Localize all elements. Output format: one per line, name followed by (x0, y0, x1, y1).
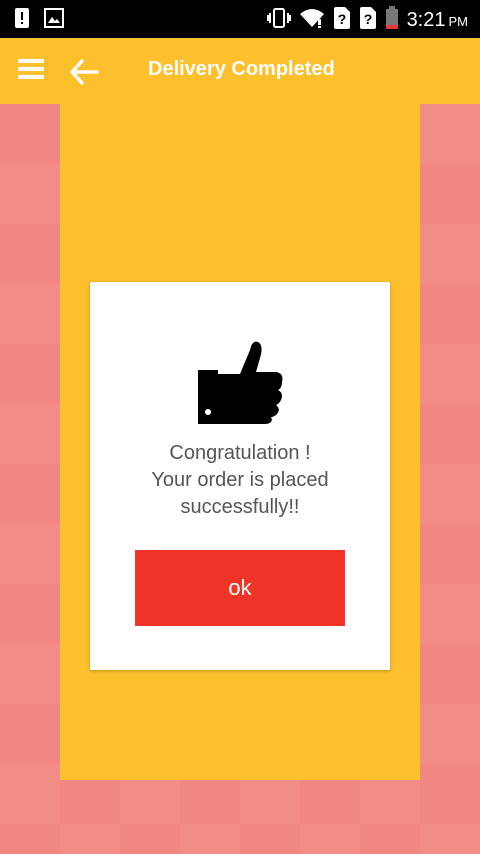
vibrate-icon (266, 7, 291, 33)
alert-icon (14, 7, 30, 33)
thumbs-up-icon (196, 340, 286, 426)
message-line-2: Your order is placed (151, 469, 329, 491)
clock: 3:21 PM (407, 9, 468, 32)
unknown-sim-icon: ? (333, 6, 351, 34)
wifi-icon (299, 7, 325, 33)
back-arrow-icon[interactable] (68, 56, 100, 88)
message-line-3: successfully!! (180, 496, 300, 518)
battery-icon (385, 6, 399, 34)
app-bar: Delivery Completed (0, 38, 480, 104)
svg-text:?: ? (337, 11, 346, 27)
unknown-sim-icon: ? (359, 6, 377, 34)
menu-icon[interactable] (18, 59, 44, 83)
svg-text:?: ? (363, 11, 372, 27)
message-line-1: Congratulation ! (169, 442, 311, 464)
page-title: Delivery Completed (148, 58, 335, 80)
image-icon (44, 8, 64, 32)
success-dialog: Congratulation ! Your order is placed su… (90, 282, 390, 670)
clock-time: 3:21 (406, 8, 446, 31)
ok-button[interactable]: ok (135, 550, 345, 626)
status-bar: ? ? 3:21 PM (0, 0, 480, 38)
clock-ampm: PM (448, 13, 469, 29)
success-message: Congratulation ! Your order is placed su… (90, 440, 390, 521)
